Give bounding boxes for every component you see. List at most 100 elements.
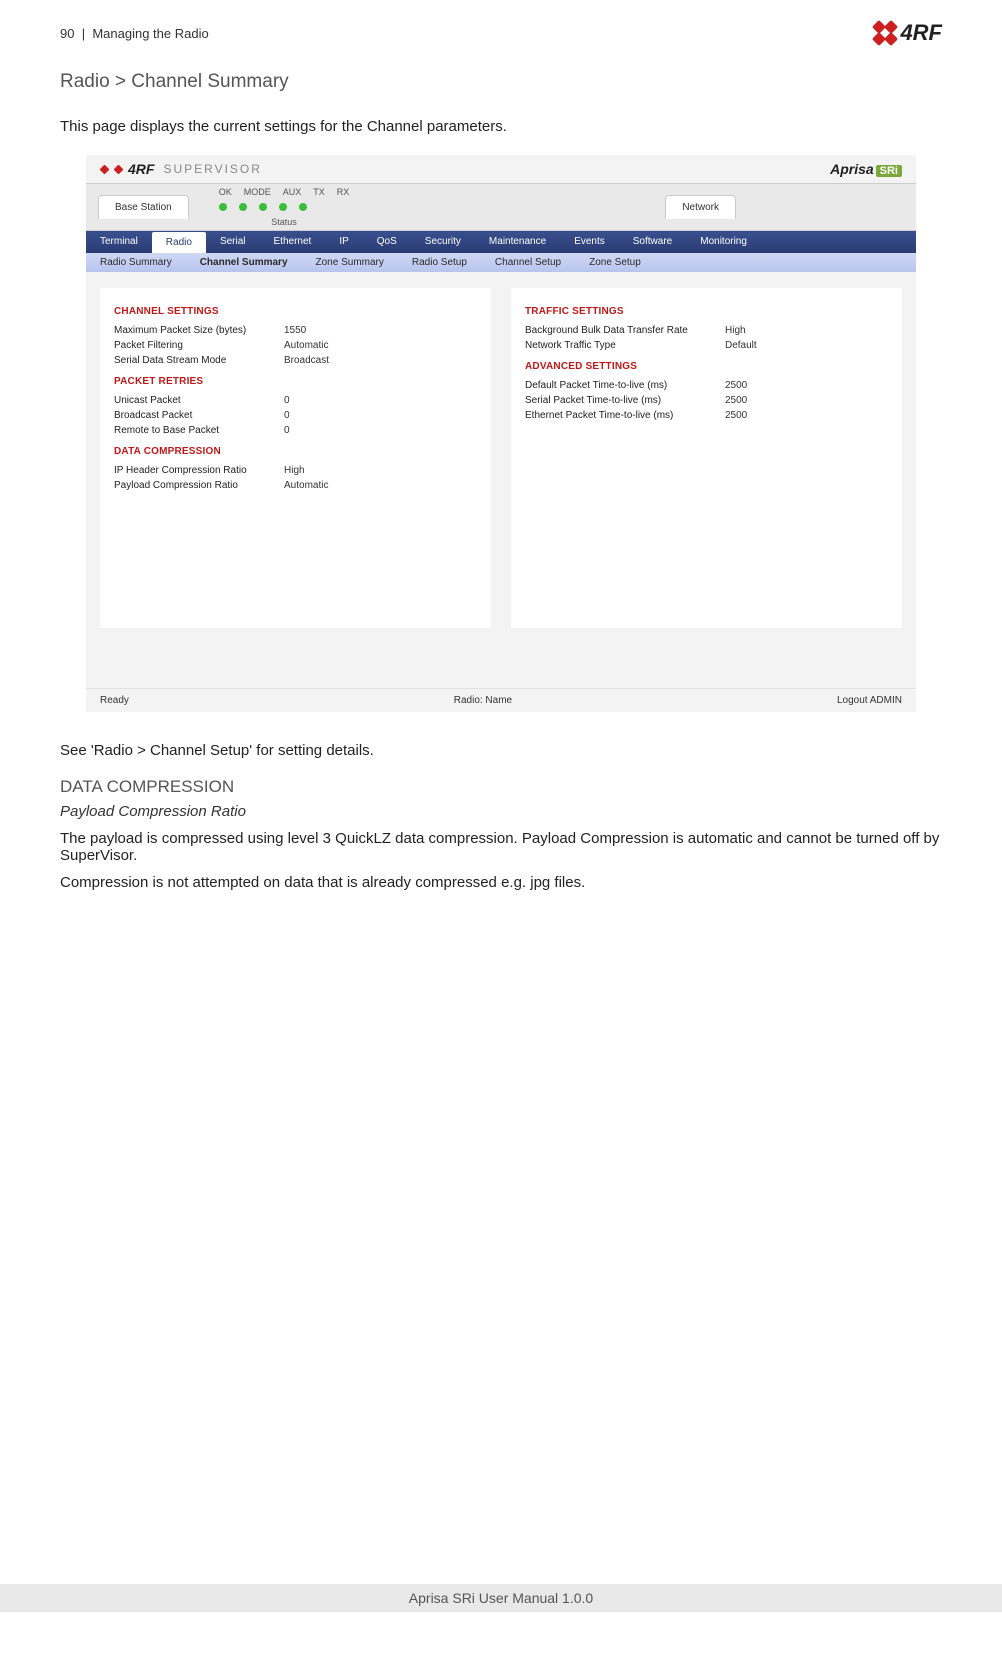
kv-value: Automatic xyxy=(284,340,328,351)
ss-brand: 4RF xyxy=(128,161,154,177)
subnav-channel-summary[interactable]: Channel Summary xyxy=(186,253,302,272)
page-footer: Aprisa SRi User Manual 1.0.0 xyxy=(0,1584,1002,1612)
kv-value: High xyxy=(725,325,746,336)
led-label: RX xyxy=(337,187,350,197)
logo-dots-icon xyxy=(874,22,896,44)
ss-footer: Ready Radio: Name Logout ADMIN xyxy=(86,688,916,712)
section-packet-retries: PACKET RETRIES xyxy=(114,376,477,387)
table-row: IP Header Compression RatioHigh xyxy=(114,463,477,478)
table-row: Remote to Base Packet0 xyxy=(114,423,477,438)
ss-titlebar: 4RF SUPERVISOR AprisaSRi xyxy=(86,155,916,183)
nav-monitoring[interactable]: Monitoring xyxy=(686,231,761,253)
intro-paragraph: This page displays the current settings … xyxy=(60,118,942,135)
kv-key: IP Header Compression Ratio xyxy=(114,465,284,476)
sub-nav: Radio Summary Channel Summary Zone Summa… xyxy=(86,253,916,272)
table-row: Ethernet Packet Time-to-live (ms)2500 xyxy=(525,408,888,423)
right-panel: TRAFFIC SETTINGS Background Bulk Data Tr… xyxy=(511,288,902,628)
page-number: 90 xyxy=(60,26,74,41)
kv-key: Ethernet Packet Time-to-live (ms) xyxy=(525,410,725,421)
status-ready: Ready xyxy=(100,695,129,706)
status-led-icon xyxy=(279,203,287,211)
led-label: OK xyxy=(219,187,232,197)
kv-value: 0 xyxy=(284,395,290,406)
kv-value: High xyxy=(284,465,305,476)
nav-terminal[interactable]: Terminal xyxy=(86,231,152,253)
table-row: Maximum Packet Size (bytes)1550 xyxy=(114,323,477,338)
nav-radio[interactable]: Radio xyxy=(152,232,206,253)
table-row: Default Packet Time-to-live (ms)2500 xyxy=(525,378,888,393)
status-led-icon xyxy=(239,203,247,211)
kv-key: Default Packet Time-to-live (ms) xyxy=(525,380,725,391)
nav-events[interactable]: Events xyxy=(560,231,619,253)
kv-value: 0 xyxy=(284,425,290,436)
kv-key: Serial Packet Time-to-live (ms) xyxy=(525,395,725,406)
nav-security[interactable]: Security xyxy=(411,231,475,253)
breadcrumb: Radio > Channel Summary xyxy=(60,71,942,93)
tab-base-station[interactable]: Base Station xyxy=(98,195,189,219)
subnav-zone-setup[interactable]: Zone Setup xyxy=(575,253,655,272)
logout-link[interactable]: Logout ADMIN xyxy=(837,695,902,706)
ss-topstrip: Base Station OK MODE AUX TX RX St xyxy=(86,183,916,231)
sub-heading: Payload Compression Ratio xyxy=(60,803,942,820)
main-nav: Terminal Radio Serial Ethernet IP QoS Se… xyxy=(86,231,916,253)
led-label: MODE xyxy=(244,187,271,197)
table-row: Serial Packet Time-to-live (ms)2500 xyxy=(525,393,888,408)
status-led-icon xyxy=(299,203,307,211)
table-row: Network Traffic TypeDefault xyxy=(525,338,888,353)
kv-value: Default xyxy=(725,340,757,351)
led-label: TX xyxy=(313,187,325,197)
kv-key: Payload Compression Ratio xyxy=(114,480,284,491)
section-advanced-settings: ADVANCED SETTINGS xyxy=(525,361,888,372)
logo-4rf: 4RF xyxy=(874,20,942,46)
status-led-group: OK MODE AUX TX RX Status xyxy=(219,184,350,230)
section-heading: DATA COMPRESSION xyxy=(60,777,942,797)
table-row: Unicast Packet0 xyxy=(114,393,477,408)
ss-logo: 4RF SUPERVISOR xyxy=(100,161,262,177)
nav-serial[interactable]: Serial xyxy=(206,231,260,253)
subnav-radio-setup[interactable]: Radio Setup xyxy=(398,253,481,272)
ss-product: SUPERVISOR xyxy=(163,162,261,176)
status-led-icon xyxy=(219,203,227,211)
table-row: Packet FilteringAutomatic xyxy=(114,338,477,353)
nav-qos[interactable]: QoS xyxy=(363,231,411,253)
kv-value: 1550 xyxy=(284,325,306,336)
page-header: 90 | Managing the Radio 4RF xyxy=(60,20,942,46)
sri-badge: SRi xyxy=(876,165,902,177)
header-left: 90 | Managing the Radio xyxy=(60,26,209,41)
kv-key: Broadcast Packet xyxy=(114,410,284,421)
kv-value: 2500 xyxy=(725,395,747,406)
kv-value: Automatic xyxy=(284,480,328,491)
subnav-channel-setup[interactable]: Channel Setup xyxy=(481,253,575,272)
section-traffic-settings: TRAFFIC SETTINGS xyxy=(525,306,888,317)
header-section: Managing the Radio xyxy=(92,26,208,41)
left-panel: CHANNEL SETTINGS Maximum Packet Size (by… xyxy=(100,288,491,628)
status-label: Status xyxy=(271,217,297,227)
logo-dot-icon xyxy=(114,164,124,174)
kv-value: 0 xyxy=(284,410,290,421)
kv-value: 2500 xyxy=(725,410,747,421)
nav-software[interactable]: Software xyxy=(619,231,686,253)
kv-key: Packet Filtering xyxy=(114,340,284,351)
table-row: Background Bulk Data Transfer RateHigh xyxy=(525,323,888,338)
table-row: Serial Data Stream ModeBroadcast xyxy=(114,353,477,368)
see-note: See 'Radio > Channel Setup' for setting … xyxy=(60,742,942,759)
kv-key: Remote to Base Packet xyxy=(114,425,284,436)
table-row: Broadcast Packet0 xyxy=(114,408,477,423)
logo-text: 4RF xyxy=(900,20,942,46)
subnav-zone-summary[interactable]: Zone Summary xyxy=(302,253,398,272)
ss-aprisa-logo: AprisaSRi xyxy=(830,161,902,177)
kv-value: 2500 xyxy=(725,380,747,391)
header-sep: | xyxy=(82,26,85,41)
paragraph-1: The payload is compressed using level 3 … xyxy=(60,830,942,864)
ss-body: CHANNEL SETTINGS Maximum Packet Size (by… xyxy=(86,272,916,688)
tab-network[interactable]: Network xyxy=(665,195,736,219)
led-label: AUX xyxy=(283,187,302,197)
nav-maintenance[interactable]: Maintenance xyxy=(475,231,560,253)
radio-name: Radio: Name xyxy=(454,695,512,706)
nav-ethernet[interactable]: Ethernet xyxy=(260,231,326,253)
section-channel-settings: CHANNEL SETTINGS xyxy=(114,306,477,317)
subnav-radio-summary[interactable]: Radio Summary xyxy=(86,253,186,272)
kv-key: Maximum Packet Size (bytes) xyxy=(114,325,284,336)
supervisor-screenshot: 4RF SUPERVISOR AprisaSRi Base Station OK… xyxy=(86,155,916,712)
nav-ip[interactable]: IP xyxy=(325,231,362,253)
